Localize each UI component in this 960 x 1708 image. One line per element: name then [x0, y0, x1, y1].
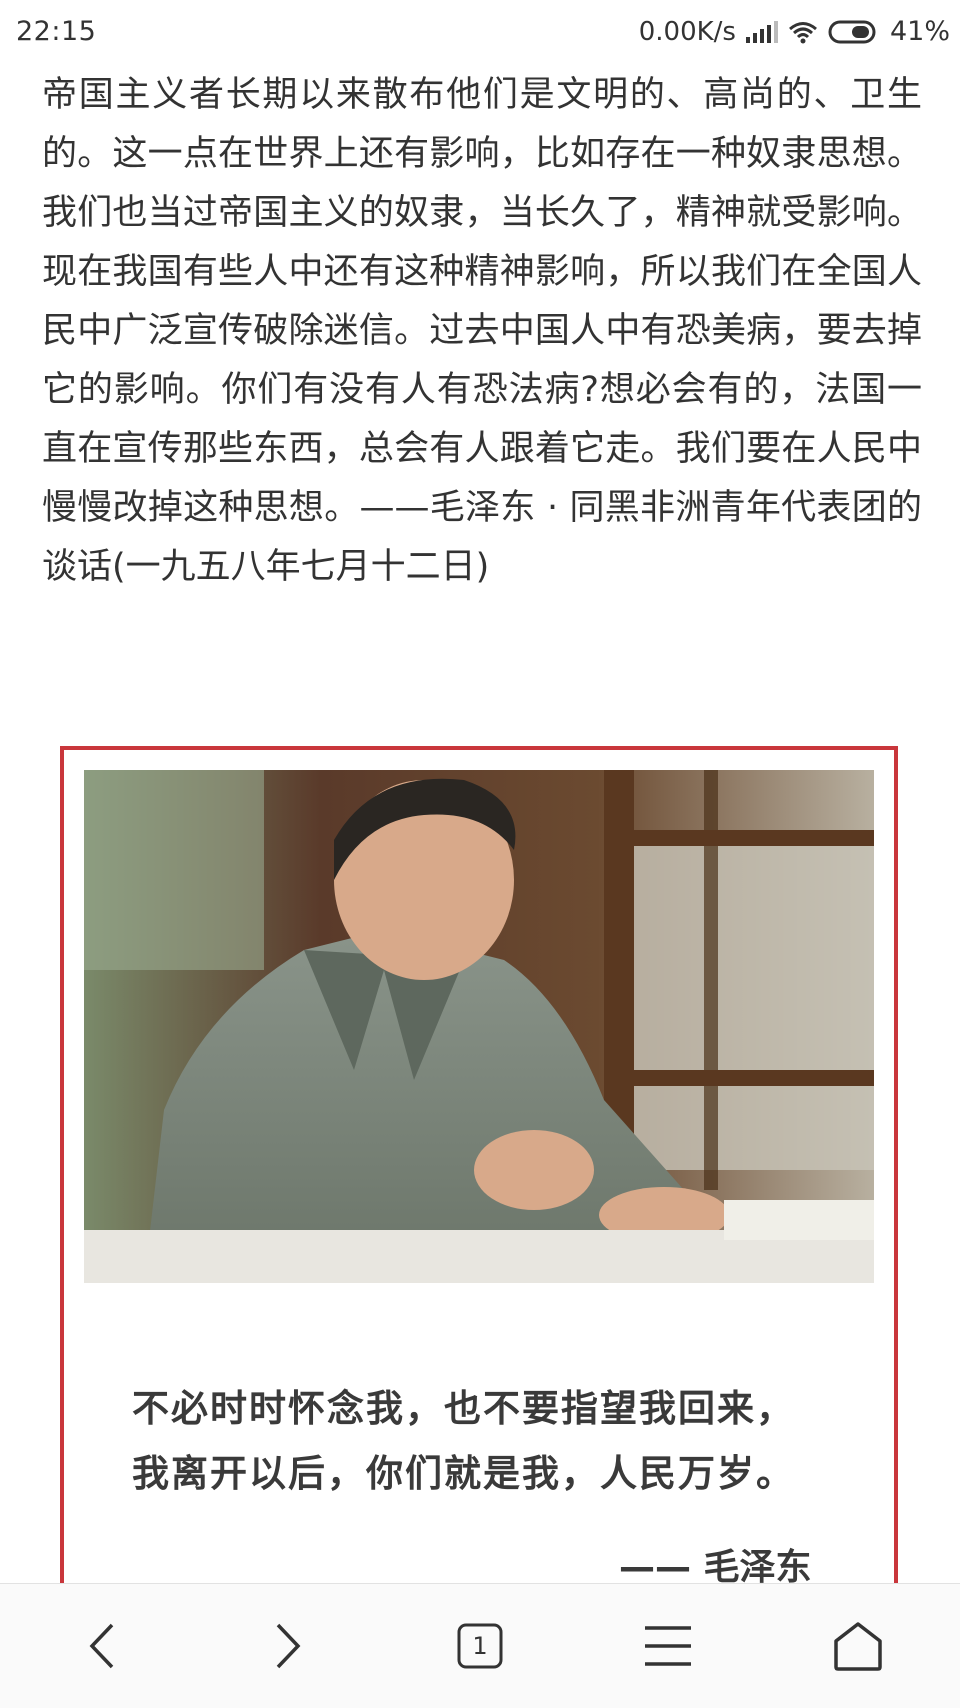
article-paragraph: 帝国主义者长期以来散布他们是文明的、高尚的、卫生的。这一点在世界上还有影响，比如…	[42, 75, 922, 587]
quote-line-1: 不必时时怀念我，也不要指望我回来，	[132, 1387, 795, 1430]
back-button[interactable]	[42, 1584, 162, 1708]
tabs-button[interactable]: 1	[420, 1584, 540, 1708]
forward-icon	[268, 1621, 308, 1671]
status-time: 22:15	[16, 16, 97, 47]
menu-button[interactable]	[608, 1584, 728, 1708]
browser-bottom-toolbar: 1	[0, 1583, 960, 1708]
home-icon	[832, 1621, 884, 1671]
quote-signature: —— 毛泽东	[619, 1547, 812, 1583]
back-icon	[82, 1621, 122, 1671]
article-content[interactable]: 帝国主义者长期以来散布他们是文明的、高尚的、卫生的。这一点在世界上还有影响，比如…	[0, 66, 960, 1583]
quote-line-2: 我离开以后，你们就是我，人民万岁。	[132, 1452, 795, 1495]
menu-icon	[643, 1624, 693, 1668]
battery-icon	[828, 19, 880, 45]
status-bar: 22:15 0.00K/s 41%	[0, 0, 960, 66]
signal-icon	[745, 20, 778, 43]
network-speed: 0.00K/s	[638, 16, 736, 47]
quote-image-card: 不必时时怀念我，也不要指望我回来， 我离开以后，你们就是我，人民万岁。 —— 毛…	[60, 746, 898, 1583]
battery-level: 41%	[889, 16, 950, 47]
wifi-icon	[788, 20, 818, 44]
tab-count: 1	[472, 1632, 488, 1660]
status-indicators: 0.00K/s 41%	[639, 16, 950, 47]
portrait-photo	[84, 770, 874, 1283]
tabs-icon: 1	[457, 1623, 503, 1669]
home-button[interactable]	[798, 1584, 918, 1708]
forward-button[interactable]	[228, 1584, 348, 1708]
